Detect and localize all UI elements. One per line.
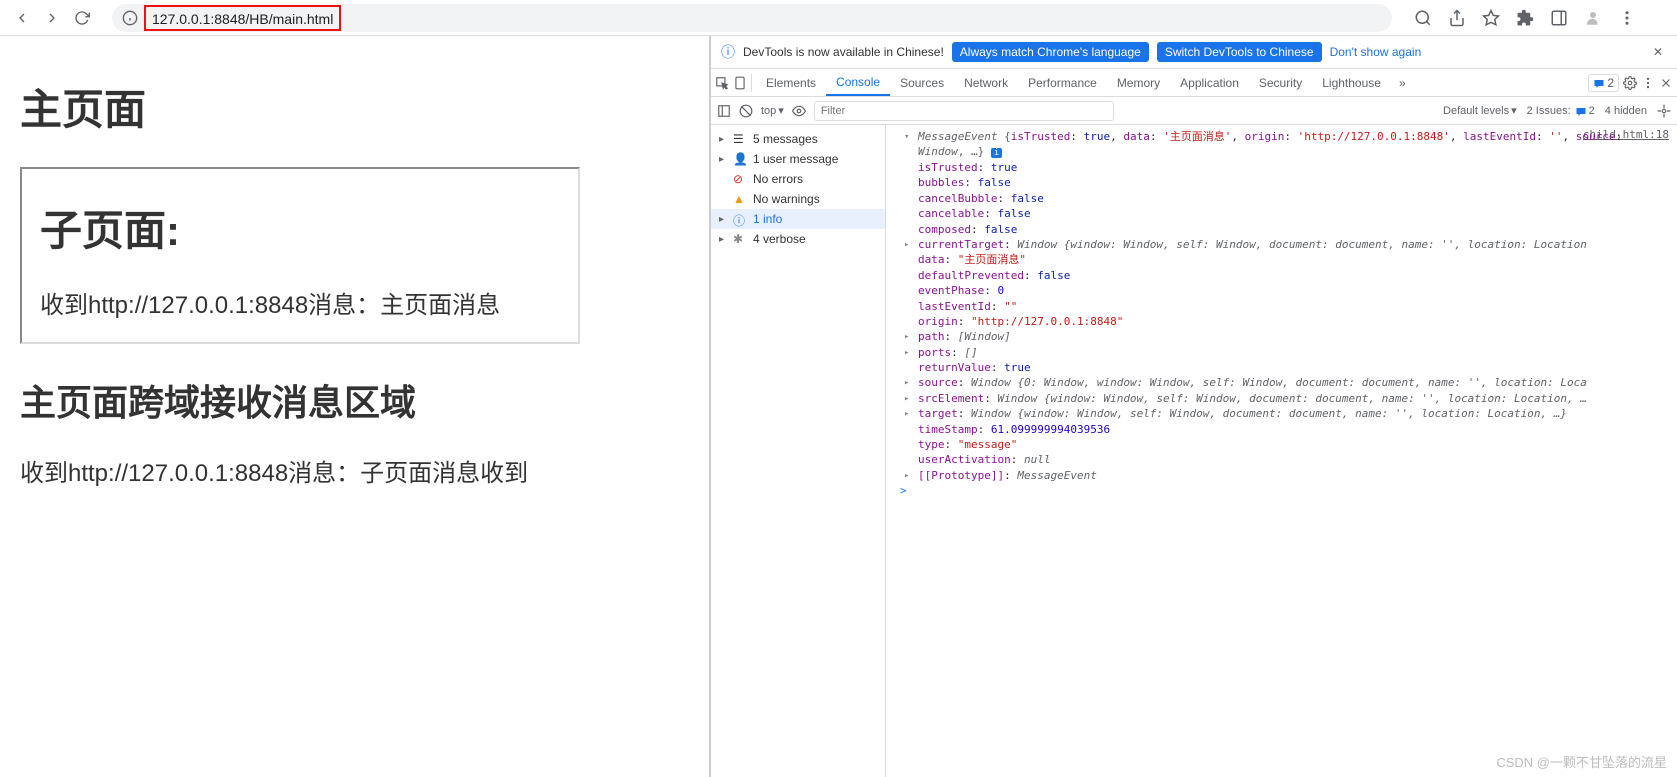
more-tabs-icon[interactable]: » — [1395, 76, 1410, 90]
tab-performance[interactable]: Performance — [1018, 69, 1107, 96]
list-icon: ☰ — [733, 132, 747, 146]
user-icon: 👤 — [733, 152, 747, 166]
devtools-pane: ⓘ DevTools is now available in Chinese! … — [710, 36, 1677, 777]
console-line: ▸source: Window {0: Window, window: Wind… — [894, 375, 1669, 390]
profile-icon[interactable] — [1584, 9, 1602, 27]
section-title: 主页面跨域接收消息区域 — [20, 374, 689, 426]
sidebar-row[interactable]: ⊘No errors — [711, 169, 885, 189]
console-settings-icon[interactable] — [1657, 104, 1671, 118]
tab-security[interactable]: Security — [1249, 69, 1312, 96]
star-icon[interactable] — [1482, 9, 1500, 27]
inspect-icon[interactable] — [715, 76, 729, 90]
browser-toolbar: 127.0.0.1:8848/HB/main.html — [0, 0, 1677, 36]
page-title: 主页面 — [20, 76, 689, 137]
console-line: ▸ports: [] — [894, 345, 1669, 360]
toolbar-right — [1408, 9, 1642, 27]
console-sidebar: ▸☰5 messages▸👤1 user message⊘No errors▲N… — [711, 125, 886, 777]
console-line: isTrusted: true — [894, 160, 1669, 175]
child-message: 收到http://127.0.0.1:8848消息：主页面消息 — [40, 288, 560, 324]
panel-icon[interactable] — [1550, 9, 1568, 27]
child-title: 子页面: — [40, 197, 560, 258]
site-info-icon[interactable] — [122, 10, 138, 26]
verbose-icon: ✱ — [733, 232, 747, 246]
console-line: userActivation: null — [894, 452, 1669, 467]
tab-sources[interactable]: Sources — [890, 69, 954, 96]
zoom-icon[interactable] — [1414, 9, 1432, 27]
settings-icon[interactable] — [1623, 76, 1637, 90]
section-message: 收到http://127.0.0.1:8848消息：子页面消息收到 — [20, 456, 689, 492]
switch-chinese-button[interactable]: Switch DevTools to Chinese — [1157, 42, 1322, 62]
context-dropdown[interactable]: top ▾ — [761, 104, 784, 117]
warn-icon: ▲ — [733, 192, 747, 206]
tab-application[interactable]: Application — [1170, 69, 1249, 96]
tab-memory[interactable]: Memory — [1107, 69, 1170, 96]
sidebar-row[interactable]: ▸ⓘ1 info — [711, 209, 885, 229]
console-line: timeStamp: 61.099999994039536 — [894, 422, 1669, 437]
console-line: ▸srcElement: Window {window: Window, sel… — [894, 391, 1669, 406]
devtools-close-icon[interactable] — [1659, 76, 1673, 90]
console-prompt[interactable]: > — [894, 483, 1669, 498]
console-line: data: "主页面消息" — [894, 252, 1669, 267]
console-line: cancelBubble: false — [894, 191, 1669, 206]
banner-text: DevTools is now available in Chinese! — [743, 45, 944, 59]
always-match-button[interactable]: Always match Chrome's language — [952, 42, 1149, 62]
extensions-icon[interactable] — [1516, 9, 1534, 27]
hidden-count[interactable]: 4 hidden — [1605, 105, 1647, 117]
clear-icon[interactable] — [739, 104, 753, 118]
sidebar-row[interactable]: ▲No warnings — [711, 189, 885, 209]
tab-lighthouse[interactable]: Lighthouse — [1312, 69, 1391, 96]
device-icon[interactable] — [733, 76, 747, 90]
page-content: 主页面 子页面: 收到http://127.0.0.1:8848消息：主页面消息… — [0, 36, 710, 777]
menu-icon[interactable] — [1618, 9, 1636, 27]
eye-icon[interactable] — [792, 104, 806, 118]
info-icon: ⓘ — [733, 212, 747, 226]
tab-network[interactable]: Network — [954, 69, 1018, 96]
console-output[interactable]: child.html:18 ▾MessageEvent {isTrusted: … — [886, 125, 1677, 777]
sidebar-row[interactable]: ▸👤1 user message — [711, 149, 885, 169]
close-icon[interactable]: ✕ — [1649, 45, 1667, 59]
console-line: ▸path: [Window] — [894, 329, 1669, 344]
reload-icon[interactable] — [74, 10, 90, 26]
console-line: defaultPrevented: false — [894, 268, 1669, 283]
tab-elements[interactable]: Elements — [756, 69, 826, 96]
levels-dropdown[interactable]: Default levels ▾ — [1443, 104, 1517, 117]
back-icon[interactable] — [14, 10, 30, 26]
console-line: returnValue: true — [894, 360, 1669, 375]
console-line: cancelable: false — [894, 206, 1669, 221]
console-line: ▸[[Prototype]]: MessageEvent — [894, 468, 1669, 483]
sidebar-row[interactable]: ▸✱4 verbose — [711, 229, 885, 249]
dont-show-link[interactable]: Don't show again — [1330, 45, 1422, 59]
info-icon: ⓘ — [721, 42, 735, 62]
watermark: CSDN @一颗不甘坠落的流星 — [1496, 752, 1667, 771]
share-icon[interactable] — [1448, 9, 1466, 27]
url-bar[interactable]: 127.0.0.1:8848/HB/main.html — [112, 4, 1392, 32]
error-icon: ⊘ — [733, 172, 747, 186]
devtools-tabs: ElementsConsoleSourcesNetworkPerformance… — [711, 69, 1677, 97]
devtools-locale-banner: ⓘ DevTools is now available in Chinese! … — [711, 36, 1677, 69]
forward-icon[interactable] — [44, 10, 60, 26]
console-toolbar: top ▾ Default levels ▾ 2 Issues: 2 4 hid… — [711, 97, 1677, 125]
url-text[interactable]: 127.0.0.1:8848/HB/main.html — [144, 5, 341, 31]
console-line: type: "message" — [894, 437, 1669, 452]
console-line: bubbles: false — [894, 175, 1669, 190]
console-line: ▸target: Window {window: Window, self: W… — [894, 406, 1669, 421]
issues-indicator[interactable]: 2 Issues: 2 — [1527, 105, 1595, 117]
console-header-line: ▾MessageEvent {isTrusted: true, data: '主… — [894, 129, 1669, 160]
filter-input[interactable] — [814, 101, 1114, 121]
console-line: composed: false — [894, 222, 1669, 237]
child-iframe: 子页面: 收到http://127.0.0.1:8848消息：主页面消息 — [20, 167, 580, 344]
console-line: origin: "http://127.0.0.1:8848" — [894, 314, 1669, 329]
tab-console[interactable]: Console — [826, 69, 890, 96]
kebab-icon[interactable] — [1641, 76, 1655, 90]
sidebar-toggle-icon[interactable] — [717, 104, 731, 118]
console-line: ▸currentTarget: Window {window: Window, … — [894, 237, 1669, 252]
console-line: eventPhase: 0 — [894, 283, 1669, 298]
console-line: lastEventId: "" — [894, 299, 1669, 314]
messages-badge-icon[interactable]: 2 — [1588, 74, 1619, 92]
nav-buttons — [8, 10, 96, 26]
sidebar-row[interactable]: ▸☰5 messages — [711, 129, 885, 149]
